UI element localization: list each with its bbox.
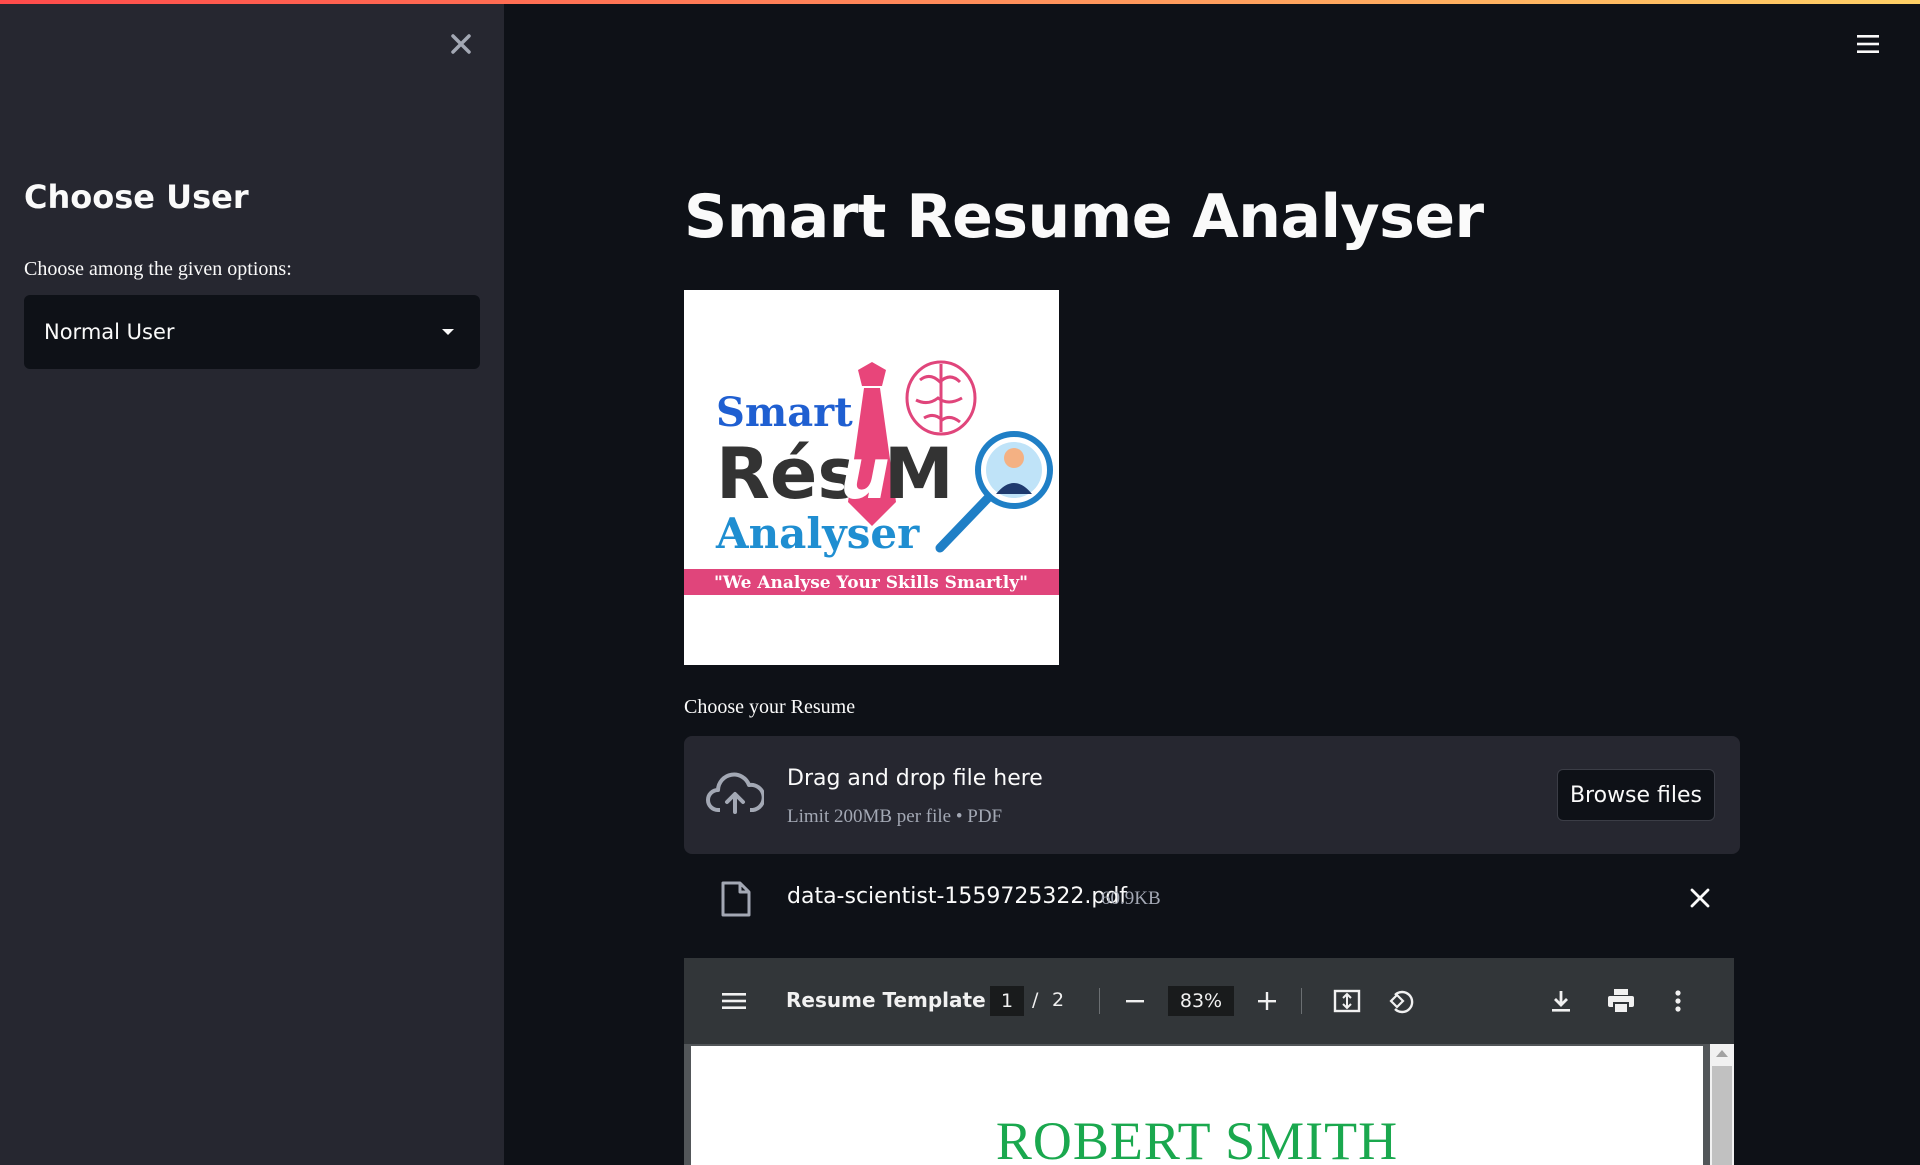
rotate-icon xyxy=(1389,990,1414,1014)
page-number-input[interactable]: 1 xyxy=(990,986,1024,1016)
pdf-scrollbar[interactable] xyxy=(1710,1044,1734,1165)
download-icon xyxy=(1552,991,1570,1012)
file-dropzone[interactable]: Drag and drop file here Limit 200MB per … xyxy=(684,736,1740,854)
sidebar-close-button[interactable] xyxy=(446,26,476,62)
remove-file-button[interactable] xyxy=(1684,882,1716,914)
app-logo: Smart Rés u M Analyser "We Analyse Your … xyxy=(684,290,1059,665)
pdf-menu-icon xyxy=(722,993,746,1009)
user-select[interactable]: Normal User xyxy=(24,295,480,369)
chevron-down-icon xyxy=(442,329,454,335)
pdf-viewer: Resume Template 1 / 2 83% ROBERT SMITH xyxy=(684,958,1734,1165)
magnifier-icon xyxy=(935,431,1053,553)
zoom-in-icon xyxy=(1258,992,1276,1010)
logo-text-res: Rés xyxy=(716,433,859,515)
zoom-out-button[interactable] xyxy=(1120,986,1150,1016)
page-total: 2 xyxy=(1052,989,1065,1011)
pdf-toolbar: Resume Template 1 / 2 83% xyxy=(684,958,1734,1044)
fit-page-button[interactable] xyxy=(1330,984,1364,1018)
resume-heading: ROBERT SMITH xyxy=(995,1111,1399,1165)
sidebar-title: Choose User xyxy=(24,178,249,216)
pdf-menu-button[interactable] xyxy=(718,986,750,1016)
dropzone-limit: Limit 200MB per file • PDF xyxy=(787,806,1003,827)
toolbar-divider xyxy=(1099,988,1100,1014)
toolbar-divider xyxy=(1301,988,1302,1014)
cloud-upload-icon xyxy=(706,772,764,814)
user-select-value: Normal User xyxy=(44,320,175,344)
uploaded-file-size: 60.9KB xyxy=(1101,888,1161,909)
logo-text-line1: Smart xyxy=(716,389,853,436)
zoom-in-button[interactable] xyxy=(1252,986,1282,1016)
brain-icon xyxy=(905,360,977,436)
browse-files-button[interactable]: Browse files xyxy=(1557,769,1715,821)
pdf-page: ROBERT SMITH xyxy=(691,1046,1703,1165)
main-menu-button[interactable] xyxy=(1852,28,1884,60)
logo-text-u: u xyxy=(840,433,890,515)
pdf-title: Resume Template xyxy=(786,988,986,1012)
sidebar: Choose User Choose among the given optio… xyxy=(0,4,504,1165)
scroll-up-icon[interactable] xyxy=(1716,1050,1728,1057)
user-select-label: Choose among the given options: xyxy=(24,258,292,280)
scrollbar-thumb[interactable] xyxy=(1712,1066,1732,1165)
page-title: Smart Resume Analyser xyxy=(684,182,1484,252)
zoom-level-input[interactable]: 83% xyxy=(1168,986,1234,1016)
dropzone-title: Drag and drop file here xyxy=(787,766,1043,791)
file-icon xyxy=(721,881,751,917)
logo-text-line3: Analyser xyxy=(715,509,920,558)
close-icon xyxy=(451,34,471,54)
logo-text-m: M xyxy=(884,433,954,515)
uploaded-file-name: data-scientist-1559725322.pdf xyxy=(787,884,1128,909)
page-separator: / xyxy=(1032,989,1039,1011)
uploaded-file-row: data-scientist-1559725322.pdf 60.9KB xyxy=(684,870,1740,926)
resume-upload-label: Choose your Resume xyxy=(684,696,856,718)
print-button[interactable] xyxy=(1602,984,1640,1018)
logo-tagline: "We Analyse Your Skills Smartly" xyxy=(714,573,1028,593)
more-options-icon xyxy=(1675,990,1681,1012)
rotate-button[interactable] xyxy=(1384,984,1418,1018)
hamburger-menu-icon xyxy=(1857,35,1879,53)
download-button[interactable] xyxy=(1544,984,1578,1018)
close-icon xyxy=(1690,888,1710,908)
print-icon xyxy=(1608,989,1634,1014)
zoom-out-icon xyxy=(1126,1000,1144,1003)
fit-page-icon xyxy=(1333,989,1361,1013)
more-options-button[interactable] xyxy=(1666,984,1690,1018)
